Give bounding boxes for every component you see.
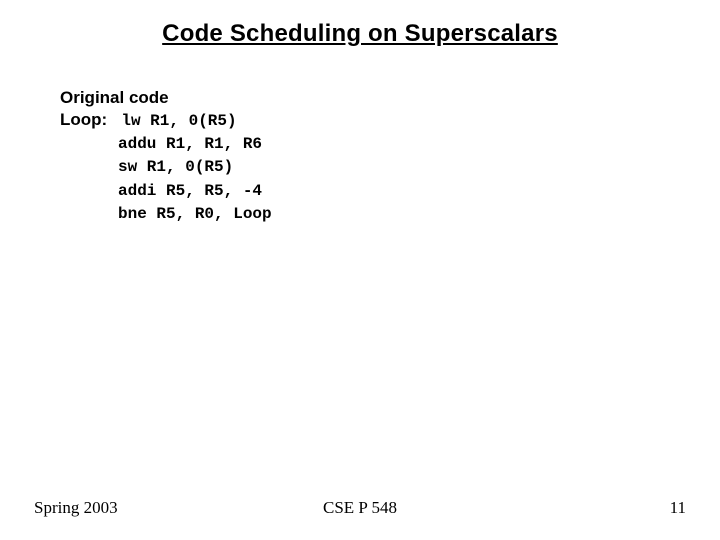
loop-first-line: Loop: lw R1, 0(R5) <box>60 110 272 133</box>
slide-title: Code Scheduling on Superscalars <box>0 0 720 48</box>
code-line-1: addu R1, R1, R6 <box>118 133 272 156</box>
code-line-0: lw R1, 0(R5) <box>121 110 236 133</box>
label-original-code: Original code <box>60 88 272 108</box>
footer-center: CSE P 548 <box>0 498 720 518</box>
label-loop: Loop: <box>60 110 121 130</box>
code-line-4: bne R5, R0, Loop <box>118 203 272 226</box>
footer-right-page-number: 11 <box>670 498 686 518</box>
code-line-2: sw R1, 0(R5) <box>118 156 272 179</box>
slide: Code Scheduling on Superscalars Original… <box>0 0 720 540</box>
slide-body: Original code Loop: lw R1, 0(R5) addu R1… <box>60 88 272 226</box>
code-line-3: addi R5, R5, -4 <box>118 180 272 203</box>
